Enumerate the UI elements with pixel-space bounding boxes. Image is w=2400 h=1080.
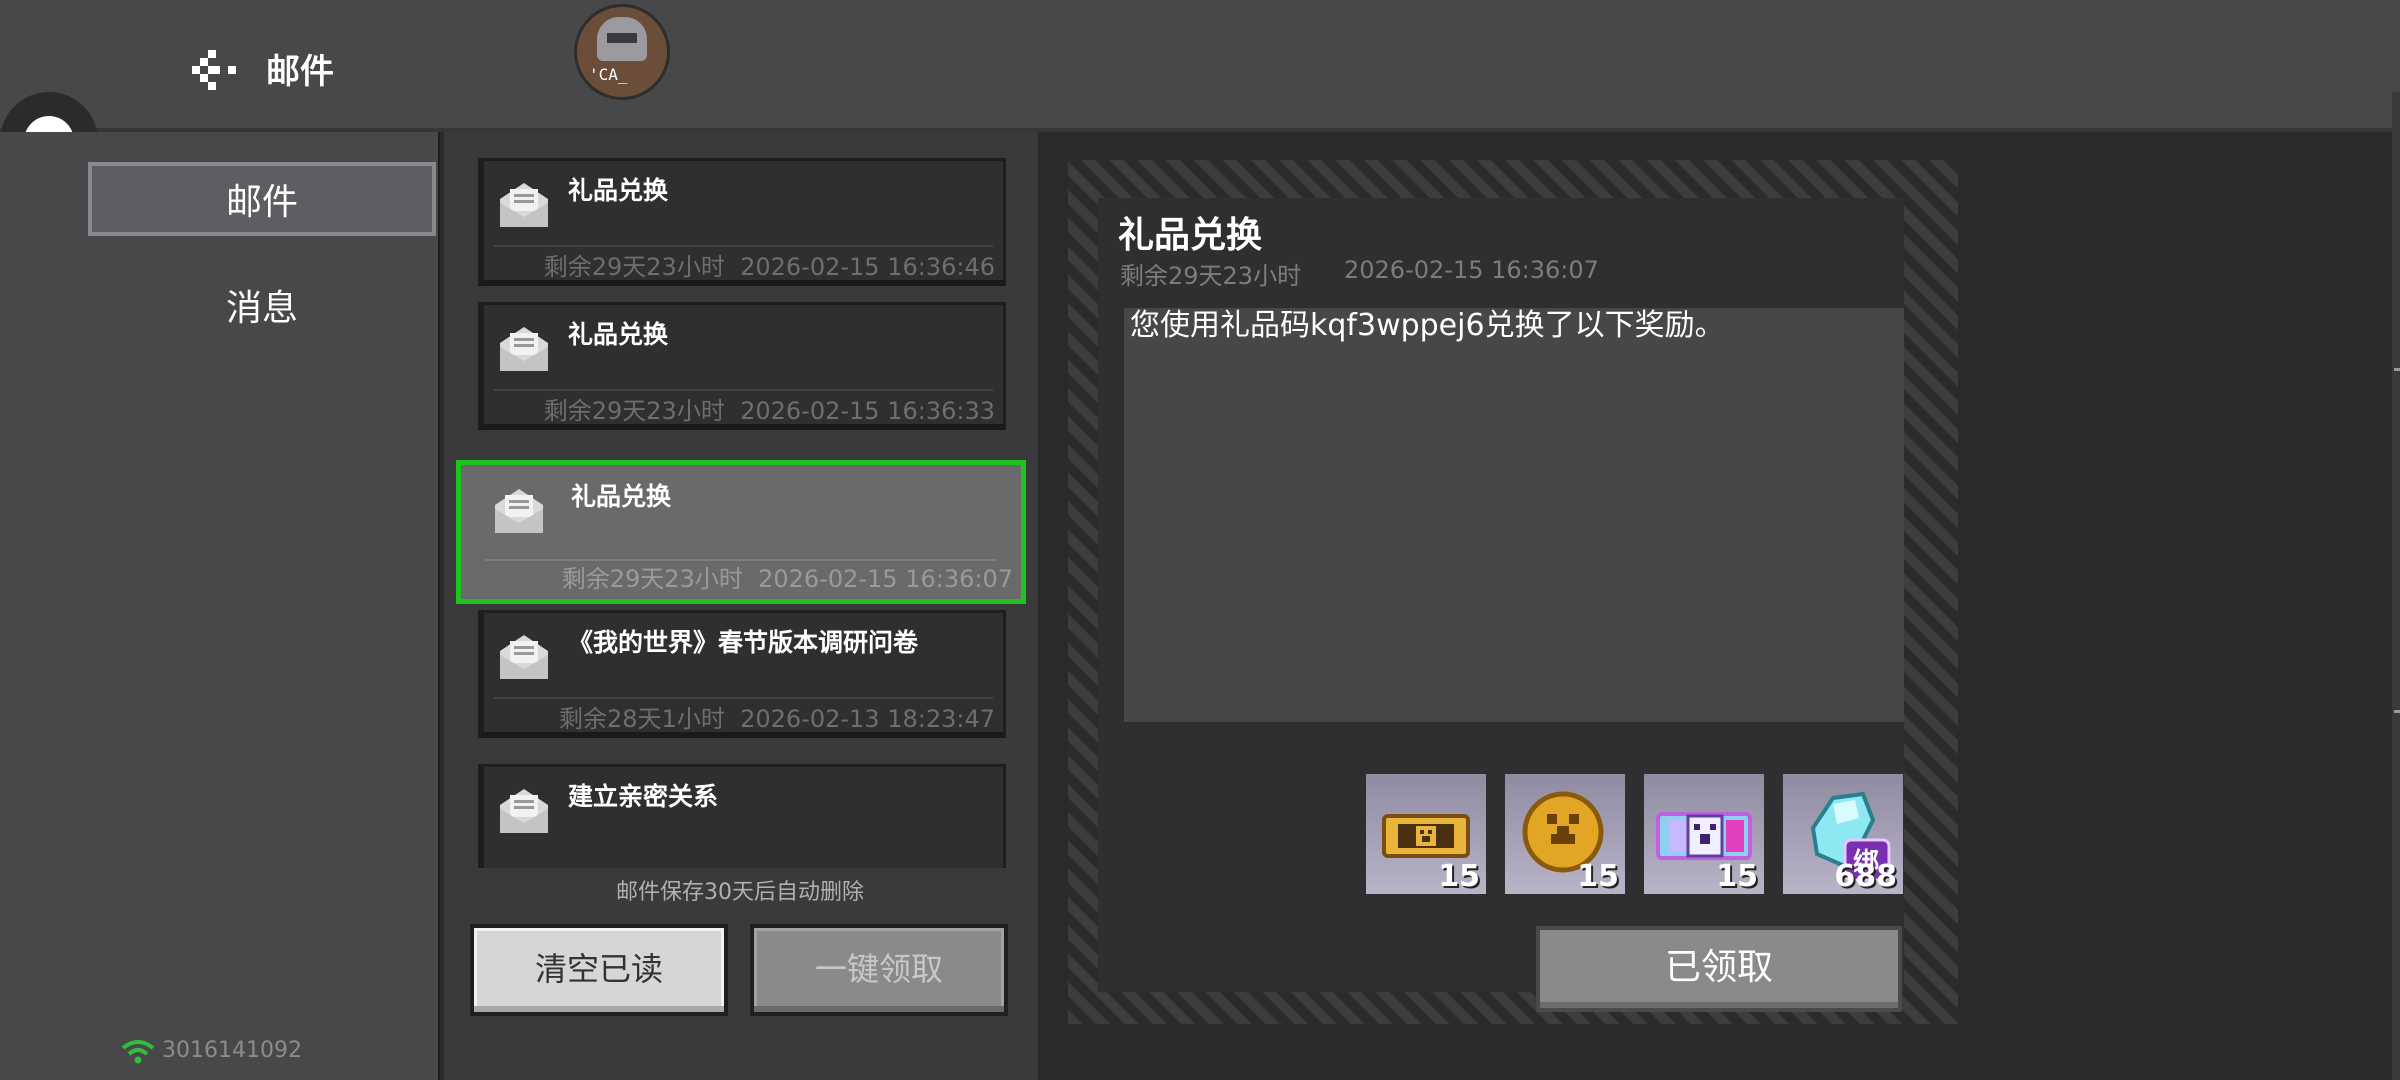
net-id-text: 3016141092 [162,1038,302,1063]
mail-subject: 礼品兑换 [571,482,672,511]
mail-remaining: 剩余28天1小时 [559,705,725,733]
mail-date: 2026-02-13 18:23:47 [740,705,995,733]
received-button[interactable]: 已领取 [1536,926,1902,1012]
reward-slot[interactable]: 绑 688 [1783,774,1903,894]
sidebar: 邮件 消息 3016141092 [0,132,438,1080]
mail-date: 2026-02-15 16:36:46 [740,253,995,281]
reward-qty: 15 [1716,859,1758,894]
mail-date: 2026-02-15 16:36:07 [758,565,1013,593]
reward-qty: 688 [1834,859,1897,894]
reward-slot[interactable]: 15 [1366,774,1486,894]
mail-item[interactable]: 礼品兑换 剩余29天23小时 2026-02-15 16:36:46 [478,158,1006,286]
envelope-icon [500,183,548,227]
mail-item[interactable]: 《我的世界》春节版本调研问卷 剩余28天1小时 2026-02-13 18:23… [478,610,1006,738]
tab-mail[interactable]: 邮件 [88,162,436,236]
reward-slot[interactable]: 15 [1505,774,1625,894]
detail-body: 您使用礼品码kqf3wppej6兑换了以下奖励。 [1124,308,1904,722]
mail-item[interactable]: 建立亲密关系 [478,764,1006,868]
clear-read-button[interactable]: 清空已读 [470,924,728,1016]
mail-remaining: 剩余29天23小时 [561,565,743,593]
reward-slot[interactable]: 15 [1644,774,1764,894]
mail-subject: 礼品兑换 [568,176,669,205]
right-edge-scrollbar[interactable] [2392,92,2400,1080]
reward-qty: 15 [1438,859,1480,894]
detail-date: 2026-02-15 16:36:07 [1344,256,1599,284]
envelope-icon [500,327,548,371]
envelope-icon [500,789,548,833]
tab-messages[interactable]: 消息 [88,272,436,346]
envelope-icon [495,489,543,533]
claim-all-button[interactable]: 一键领取 [750,924,1008,1016]
envelope-icon [500,635,548,679]
page-title: 邮件 [266,52,334,92]
wifi-icon [121,1040,155,1064]
mail-remaining: 剩余29天23小时 [543,397,725,425]
mail-subject: 建立亲密关系 [568,782,719,811]
top-bar: 邮件 'CA_ [0,0,2400,132]
mail-subject: 《我的世界》春节版本调研问卷 [568,628,919,657]
mail-date: 2026-02-15 16:36:33 [740,397,995,425]
reward-qty: 15 [1577,859,1619,894]
auto-delete-notice: 邮件保存30天后自动删除 [616,880,864,905]
back-arrow-icon[interactable] [192,46,244,92]
mail-item-selected[interactable]: 礼品兑换 剩余29天23小时 2026-02-15 16:36:07 [456,460,1026,604]
detail-remaining: 剩余29天23小时 [1120,262,1302,290]
mail-subject: 礼品兑换 [568,320,669,349]
mail-item[interactable]: 礼品兑换 剩余29天23小时 2026-02-15 16:36:33 [478,302,1006,430]
avatar-text: 'CA_ [589,65,628,84]
mail-remaining: 剩余29天23小时 [543,253,725,281]
detail-title: 礼品兑换 [1118,215,1263,256]
avatar[interactable]: 'CA_ [574,4,670,100]
